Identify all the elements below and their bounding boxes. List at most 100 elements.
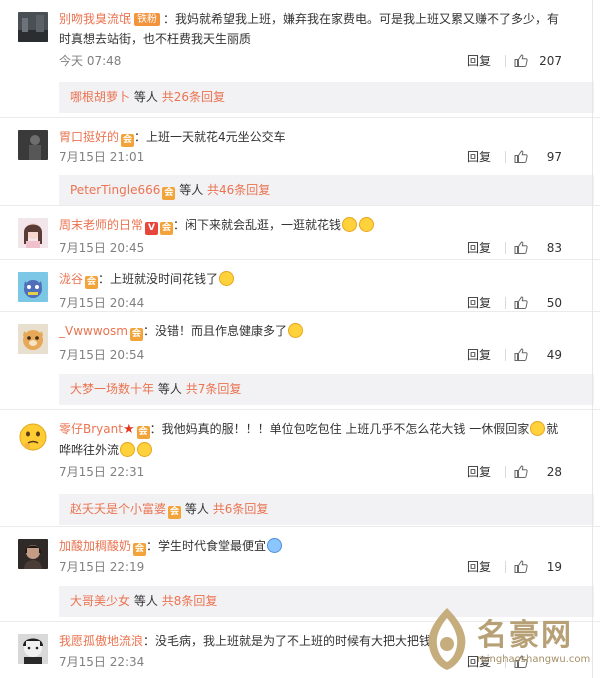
watermark-url: minghaoshangwu.com [477, 654, 591, 665]
watermark-logo-icon [428, 608, 466, 670]
sub-reply-summary[interactable]: 哪根胡萝卜 等人 共26条回复 [59, 82, 594, 113]
vip-icon: 会 [121, 134, 135, 147]
comment-meta: 7月15日 20:44 回复 50 [59, 293, 562, 313]
thumbs-up-icon [514, 54, 528, 67]
avatar[interactable] [18, 272, 48, 302]
comment-meta: 7月15日 21:01 回复 97 [59, 147, 562, 167]
comment-meta: 今天 07:48 回复 207 [59, 51, 562, 71]
username-link[interactable]: 加酸加稠酸奶 [59, 539, 131, 553]
comment-text: 周末老师的日常 V 会：闲下来就会乱逛，一逛就花钱 [59, 215, 562, 235]
comment-text: 加酸加稠酸奶会：学生时代食堂最便宜 [59, 536, 562, 556]
meta-divider [505, 242, 506, 254]
laugh-emoji [342, 217, 358, 232]
thumbs-up-icon [514, 241, 528, 254]
avatar[interactable] [18, 324, 48, 354]
avatar-image [18, 422, 48, 452]
reply-button[interactable]: 回复 [467, 557, 491, 577]
comment-text: 胃口挺好的会：上班一天就花4元坐公交车 [59, 127, 562, 147]
sub-reply-count[interactable]: 共46条回复 [207, 183, 270, 197]
reply-button[interactable]: 回复 [467, 238, 491, 258]
like-count: 97 [546, 150, 562, 164]
avatar[interactable] [18, 130, 48, 160]
sub-reply-mid: 等人 [184, 502, 209, 516]
reply-button[interactable]: 回复 [467, 462, 491, 482]
watermark: 名豪网 minghaoshangwu.com [419, 604, 591, 674]
comment-divider [0, 205, 600, 206]
reply-button[interactable]: 回复 [467, 345, 491, 365]
vip-icon: 会 [129, 328, 143, 341]
avatar[interactable] [18, 12, 48, 42]
sub-reply-mid: 等人 [157, 382, 182, 396]
thumbs-up-icon [514, 296, 528, 309]
username-link[interactable]: 我愿孤傲地流浪 [59, 634, 143, 648]
comment-body: ：我他妈真的服！！！单位包吃包住 上班几乎不怎么花大钱 一休假回家 [149, 422, 530, 436]
thumbs-up-icon [514, 560, 528, 573]
username-link[interactable]: 别吻我臭流氓 [59, 12, 131, 26]
like-count: 19 [546, 560, 562, 574]
comment-body: ：闲下来就会乱逛，一逛就花钱 [173, 218, 342, 232]
timestamp: 7月15日 22:34 [59, 655, 145, 669]
avatar[interactable] [18, 634, 48, 664]
sub-reply-user[interactable]: 赵夭夭是个小富婆 [70, 502, 166, 516]
timestamp: 7月15日 20:44 [59, 296, 145, 310]
username-link[interactable]: 周末老师的日常 [59, 218, 143, 232]
avatar-image [18, 130, 48, 160]
scroll-edge [592, 0, 593, 678]
comment-meta: 7月15日 22:19 回复 19 [59, 557, 562, 577]
timestamp: 7月15日 21:01 [59, 150, 145, 164]
comment-body: ：上班就没时间花钱了 [98, 272, 219, 286]
sub-reply-user[interactable]: PeterTingle666 [70, 183, 160, 197]
avatar-image [18, 634, 48, 664]
username-link[interactable]: 泷谷 [59, 272, 83, 286]
vip-icon: 会 [160, 222, 174, 235]
comment-body: ：学生时代食堂最便宜 [146, 539, 267, 553]
sub-reply-user[interactable]: 大梦一场数十年 [70, 382, 154, 396]
crying-emoji [267, 538, 283, 553]
username-link[interactable]: 零仔Bryant [59, 422, 123, 436]
figure-emoji [287, 323, 303, 338]
reply-button[interactable]: 回复 [467, 51, 491, 71]
comment-meta: 7月15日 20:45 回复 83 [59, 238, 562, 258]
avatar[interactable] [18, 218, 48, 248]
avatar-image [18, 539, 48, 569]
meta-divider [505, 151, 506, 163]
comment-text: 泷谷会：上班就没时间花钱了 [59, 269, 562, 289]
sub-reply-summary[interactable]: 赵夭夭是个小富婆会 等人 共6条回复 [59, 494, 594, 525]
comment-divider [0, 259, 600, 260]
v-verified-icon: V [145, 222, 159, 235]
meta-divider [505, 466, 506, 478]
comment-text: _Vwwwosm 会：没错！而且作息健康多了 [59, 321, 562, 341]
username-link[interactable]: _Vwwwosm [59, 324, 128, 338]
sub-reply-user[interactable]: 大哥美少女 [70, 594, 130, 608]
sub-reply-count[interactable]: 共26条回复 [162, 90, 225, 104]
avatar-image [18, 12, 48, 42]
comment-body: ：没错！而且作息健康多了 [142, 324, 287, 338]
avatar[interactable] [18, 422, 48, 452]
sub-reply-mid: 等人 [179, 183, 204, 197]
laugh-emoji [359, 217, 375, 232]
avatar[interactable] [18, 539, 48, 569]
sub-reply-mid: 等人 [133, 90, 158, 104]
avatar-image [18, 324, 48, 354]
sweat-emoji [120, 442, 136, 457]
username-link[interactable]: 胃口挺好的 [59, 130, 119, 144]
timestamp: 今天 07:48 [59, 54, 122, 68]
comment-divider [0, 311, 600, 312]
sub-reply-summary[interactable]: PeterTingle666 会 等人 共46条回复 [59, 175, 594, 206]
like-count: 49 [546, 348, 562, 362]
vip-icon: 会 [85, 276, 99, 289]
timestamp: 7月15日 22:19 [59, 560, 145, 574]
comment-text: 零仔Bryant★ 会：我他妈真的服！！！单位包吃包住 上班几乎不怎么花大钱 一休… [59, 419, 562, 460]
like-count: 83 [546, 241, 562, 255]
comment-body: ：没毛病，我上班就是为了不上班的时候有大把大把钱 [143, 634, 432, 648]
sub-reply-summary[interactable]: 大梦一场数十年 等人 共7条回复 [59, 374, 594, 405]
sub-reply-mid: 等人 [133, 594, 158, 608]
reply-button[interactable]: 回复 [467, 293, 491, 313]
meta-divider [505, 561, 506, 573]
reply-button[interactable]: 回复 [467, 147, 491, 167]
meta-divider [505, 349, 506, 361]
sub-reply-count[interactable]: 共6条回复 [213, 502, 269, 516]
sub-reply-count[interactable]: 共7条回复 [186, 382, 242, 396]
sub-reply-user[interactable]: 哪根胡萝卜 [70, 90, 130, 104]
sub-reply-count[interactable]: 共8条回复 [162, 594, 218, 608]
